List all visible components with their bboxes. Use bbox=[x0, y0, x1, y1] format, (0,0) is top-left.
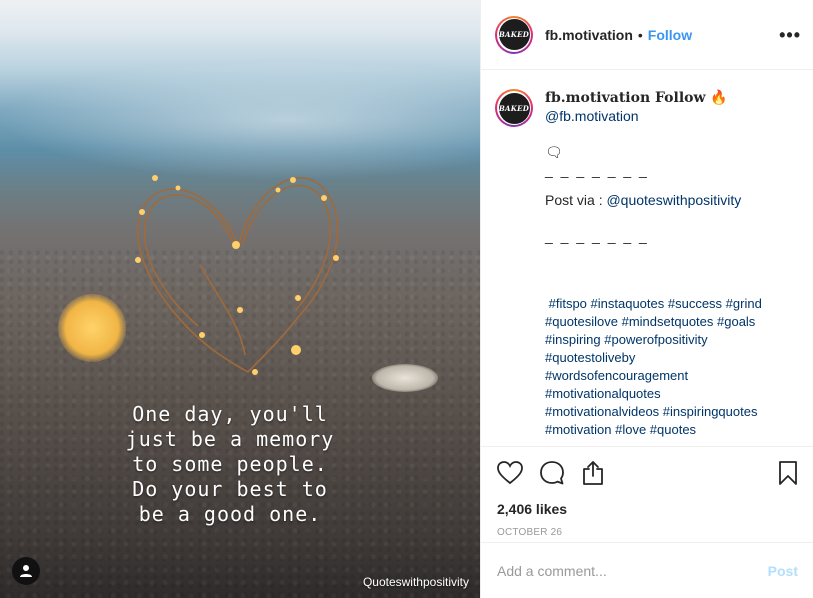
post-comment-button[interactable]: Post bbox=[768, 563, 798, 579]
avatar-image: BAKED bbox=[498, 19, 530, 50]
caption-separator: _ _ _ _ _ _ _ bbox=[545, 228, 649, 244]
hashtag-list: #fitspo #instaquotes #success #grind #qu… bbox=[545, 295, 800, 439]
pebble bbox=[372, 364, 438, 392]
quote-line: just be a memory bbox=[125, 427, 335, 451]
hashtag-line[interactable]: #quotestoliveby bbox=[545, 349, 800, 367]
avatar-image: BAKED bbox=[498, 92, 530, 124]
more-options-icon[interactable]: ••• bbox=[779, 25, 801, 46]
caption-title: fb.motivation Follow 🔥 bbox=[545, 90, 728, 106]
heart-lights-graphic bbox=[135, 175, 339, 375]
bokeh-light bbox=[58, 294, 126, 362]
tagged-user-button[interactable] bbox=[12, 557, 40, 585]
likes-count[interactable]: 2,406 likes bbox=[497, 501, 798, 517]
caption-area[interactable]: BAKED fb.motivation Follow 🔥 @fb.motivat… bbox=[481, 71, 813, 446]
follow-button[interactable]: Follow bbox=[648, 27, 692, 43]
comment-icon[interactable] bbox=[539, 460, 565, 486]
post-via-handle-link[interactable]: @quoteswithpositivity bbox=[606, 192, 741, 208]
caption-handle-link[interactable]: @fb.motivation bbox=[545, 107, 800, 125]
image-credit: Quoteswithpositivity bbox=[362, 575, 469, 589]
heart-icon[interactable] bbox=[497, 461, 523, 485]
post-via-line: Post via : @quoteswithpositivity bbox=[545, 191, 800, 209]
avatar[interactable]: BAKED bbox=[495, 15, 533, 54]
separator-dot: • bbox=[637, 26, 643, 43]
bookmark-icon[interactable] bbox=[778, 460, 798, 486]
caption-separator: _ _ _ _ _ _ _ bbox=[545, 162, 649, 178]
username-link[interactable]: fb.motivation bbox=[545, 27, 633, 43]
caption-avatar[interactable]: BAKED bbox=[495, 89, 533, 127]
quote-line: Do your best to bbox=[132, 477, 328, 501]
comment-input[interactable] bbox=[497, 562, 768, 579]
hashtag-line[interactable]: #inspiring #powerofpositivity bbox=[545, 331, 800, 349]
caption-text: fb.motivation Follow 🔥 @fb.motivation 🗨 … bbox=[545, 89, 800, 439]
quote-line: be a good one. bbox=[138, 502, 322, 526]
add-comment-bar: Post bbox=[481, 542, 813, 598]
share-icon[interactable] bbox=[581, 460, 605, 486]
quote-line: to some people. bbox=[132, 452, 328, 476]
post-via-prefix: Post via : bbox=[545, 192, 607, 208]
post-actions: 2,406 likes OCTOBER 26 bbox=[481, 446, 813, 542]
caption-row: BAKED fb.motivation Follow 🔥 @fb.motivat… bbox=[495, 89, 800, 439]
action-icons bbox=[497, 459, 798, 487]
person-icon bbox=[20, 565, 32, 577]
post-header: BAKED fb.motivation • Follow ••• bbox=[481, 0, 813, 70]
post-image[interactable]: One day, you'll just be a memory to some… bbox=[0, 0, 480, 598]
speech-bubble-icon: 🗨 bbox=[545, 144, 563, 160]
hashtag-line[interactable]: #motivationalvideos #inspiringquotes bbox=[545, 403, 800, 421]
quote-text: One day, you'll just be a memory to some… bbox=[0, 402, 460, 527]
hashtag-line[interactable]: #motivation #love #quotes bbox=[545, 421, 800, 439]
post-date[interactable]: OCTOBER 26 bbox=[497, 527, 798, 538]
hashtag-line[interactable]: #motivationalquotes bbox=[545, 385, 800, 403]
quote-line: One day, you'll bbox=[132, 402, 328, 426]
hashtag-line[interactable]: #fitspo #instaquotes #success #grind bbox=[545, 295, 800, 313]
hashtag-line[interactable]: #quotesilove #mindsetquotes #goals bbox=[545, 313, 800, 331]
hashtag-line[interactable]: #wordsofencouragement bbox=[545, 367, 800, 385]
post-side-panel: BAKED fb.motivation • Follow ••• BAKED f… bbox=[480, 0, 813, 598]
